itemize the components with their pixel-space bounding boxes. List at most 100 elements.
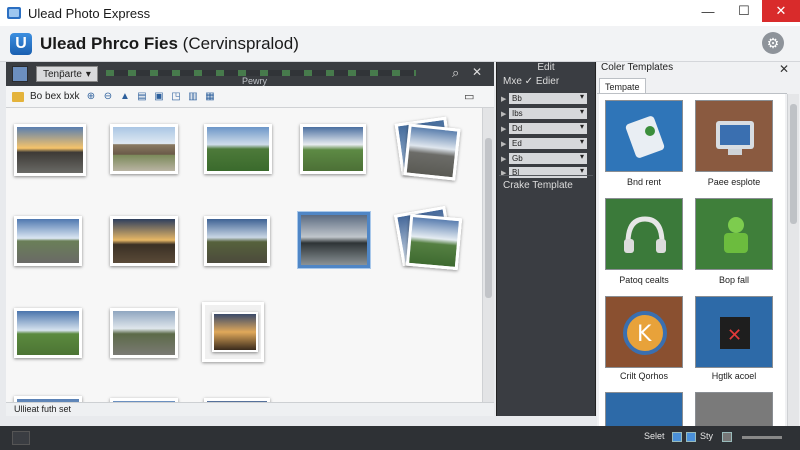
edit-row-field[interactable]: Ed [509, 137, 587, 149]
tab-template[interactable]: Tempate [599, 78, 646, 94]
template-tile[interactable] [605, 392, 683, 426]
folder-path-label: Bo bex bxk [30, 91, 80, 102]
panel-close-icon[interactable]: ✕ [472, 65, 482, 79]
page-title: Ulead Phrco Fies (Cervinspralod) [40, 34, 299, 54]
browser-subtoolbar: Bo bex bxk ⊕ ⊖ ▲ ▤ ▣ ◳ ▥ ▦ ▭ [6, 86, 494, 108]
template-tile[interactable]: ✕ [695, 296, 773, 368]
grid-mode-icon[interactable] [686, 432, 696, 442]
thumbnail[interactable] [204, 216, 270, 266]
expand-arrow-icon: ▶ [501, 110, 507, 118]
folder-icon[interactable] [12, 91, 24, 102]
style-label: Sty [700, 431, 714, 441]
share-icon[interactable]: ▦ [204, 91, 215, 102]
thumbnail[interactable] [212, 312, 258, 352]
template-tile[interactable] [695, 198, 773, 270]
edit-row-field[interactable]: Bb [509, 92, 587, 104]
thumbnail[interactable] [14, 124, 86, 176]
zoom-out-icon[interactable]: ⊖ [102, 91, 113, 102]
thumbnail[interactable] [298, 212, 370, 268]
template-dropdown[interactable]: Tenp̈arte ▾ [36, 66, 98, 82]
templates-close-icon[interactable]: ✕ [779, 62, 789, 76]
template-tile-label: Bop fall [718, 275, 750, 285]
templates-panel: Coler Templates ✕ Tempate Bnd rent Paee … [597, 62, 800, 426]
thumbnail[interactable] [405, 213, 463, 271]
thumbnail[interactable] [110, 308, 178, 358]
zoom-in-icon[interactable]: ⊕ [85, 91, 96, 102]
template-tile[interactable] [605, 100, 683, 172]
grid-scrollbar-thumb[interactable] [485, 138, 492, 298]
thumbnail[interactable] [110, 124, 178, 174]
cube-icon [625, 116, 665, 158]
slideshow-icon[interactable]: ◳ [170, 91, 181, 102]
templates-scrollbar[interactable] [787, 94, 799, 426]
template-tile[interactable] [695, 100, 773, 172]
thumbnail[interactable] [14, 308, 82, 358]
settings-gear-icon[interactable]: ⚙ [762, 32, 784, 54]
headphones-icon [624, 216, 666, 253]
select-mode-icon[interactable] [672, 432, 682, 442]
template-tile-label: Hgtlk acoel [711, 371, 757, 381]
sort-icon[interactable]: ▤ [136, 91, 147, 102]
maximize-button[interactable]: ☐ [726, 0, 762, 22]
view-mode-icon[interactable] [12, 66, 28, 82]
chevron-down-icon: ▾ [85, 68, 91, 80]
thumbnail[interactable] [110, 216, 178, 266]
app-icon [7, 7, 21, 19]
edit-row[interactable]: ▶ Bl [501, 166, 589, 179]
close-button[interactable]: ✕ [762, 0, 800, 22]
browser-status-text: Ullieat futh set [14, 404, 72, 414]
app-header: U Ulead Phrco Fies (Cervinspralod) ⚙ [0, 26, 800, 62]
templates-scrollbar-thumb[interactable] [790, 104, 797, 224]
edit-row[interactable]: ▶ Ed [501, 137, 589, 150]
filter-icon[interactable]: ▣ [153, 91, 164, 102]
app-logo: U [10, 32, 32, 55]
search-icon[interactable]: ⌕ [452, 65, 459, 81]
preview-label: Pewry [242, 76, 268, 86]
template-tile-label: Bnd rent [626, 177, 662, 187]
app-name: Ulead Phrco Fies [40, 33, 178, 53]
edit-row-field[interactable]: Gb [509, 152, 587, 164]
edit-row[interactable]: ▶ Bb [501, 92, 589, 105]
edit-row[interactable]: ▶ Ibs [501, 107, 589, 120]
thumbnail[interactable] [300, 124, 366, 174]
block-icon: ✕ [720, 317, 750, 349]
thumbnail-grid [6, 108, 482, 402]
layout-icon[interactable] [12, 431, 30, 445]
thumbnail[interactable] [14, 216, 82, 266]
edit-row[interactable]: ▶ Gb [501, 152, 589, 165]
grid-scrollbar[interactable] [482, 108, 494, 402]
edit-panel-divider [499, 175, 593, 176]
panel-menu-icon[interactable]: ▭ [464, 90, 474, 103]
edit-row-field[interactable]: Bl [509, 166, 587, 178]
edit-row-field[interactable]: Dd [509, 122, 587, 134]
edit-row-field[interactable]: Ibs [509, 107, 587, 119]
expand-arrow-icon: ▶ [501, 125, 507, 133]
edit-row[interactable]: ▶ Dd [501, 122, 589, 135]
zoom-slider[interactable] [742, 436, 782, 439]
thumbnail[interactable] [204, 124, 272, 174]
edit-panel: Edit Mxe ✓ Edier ▶Bb ▶Ibs ▶Dd ▶Ed ▶Gb ▶B… [496, 62, 596, 416]
print-icon[interactable]: ▥ [187, 91, 198, 102]
thumbnail[interactable] [403, 123, 461, 181]
title-bar: Ulead Photo Express — ☐ ✕ [0, 0, 800, 26]
expand-arrow-icon: ▶ [501, 95, 507, 103]
rotate-icon[interactable]: ▲ [119, 91, 130, 102]
template-tile[interactable]: K [605, 296, 683, 368]
monitor-icon [716, 121, 754, 155]
template-dropdown-label: Tenp̈arte [43, 68, 82, 80]
minimize-button[interactable]: — [690, 0, 726, 22]
app-subtitle: (Cervinspralod) [182, 33, 299, 53]
template-tile-label: Patoq cealts [619, 275, 669, 285]
status-bar: Selet Sty [0, 426, 800, 450]
template-tile[interactable] [605, 198, 683, 270]
expand-arrow-icon: ▶ [501, 155, 507, 163]
template-tile-label: Paee esplote [707, 177, 761, 187]
window-title: Ulead Photo Express [28, 5, 151, 21]
template-gallery: Bnd rent Paee esplote Patoq cealts Bop f… [599, 94, 785, 426]
edit-panel-title: Edit [537, 62, 555, 73]
select-label: Selet [644, 431, 665, 441]
style-toggle-icon[interactable] [722, 432, 732, 442]
template-tile[interactable] [695, 392, 773, 426]
create-template-label[interactable]: Crake Template [503, 180, 573, 191]
figure-icon [724, 217, 748, 253]
